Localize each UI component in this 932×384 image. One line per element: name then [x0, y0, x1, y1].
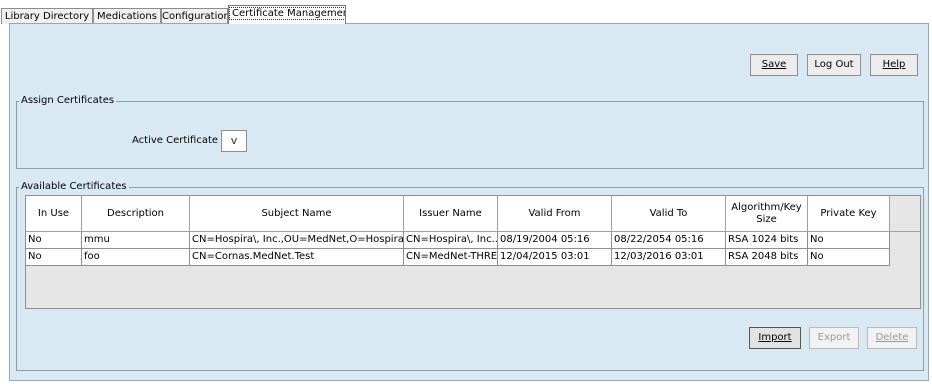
save-button[interactable]: Save	[750, 54, 798, 76]
column-header-subject-name[interactable]: Subject Name	[190, 196, 404, 232]
tab-configuration[interactable]: Configuration	[161, 8, 228, 24]
active-certificate-label: Active Certificate	[132, 135, 219, 146]
cell-algorithm-key-size: RSA 2048 bits	[726, 249, 808, 266]
cell-private-key: No	[808, 232, 890, 249]
column-header-private-key[interactable]: Private Key	[808, 196, 890, 232]
tab-library-directory[interactable]: Library Directory	[1, 8, 93, 24]
column-header-description[interactable]: Description	[82, 196, 190, 232]
tab-certificate-management-label: Certificate Management	[229, 7, 345, 20]
help-button-label: Help	[882, 59, 906, 70]
import-button-label: Import	[758, 332, 792, 343]
cell-subject-name: CN=Cornas.MedNet.Test	[190, 249, 404, 266]
cell-valid-to: 08/22/2054 05:16	[612, 232, 726, 249]
logout-button-label: Log Out	[814, 59, 854, 70]
table-header: In Use Description Subject Name Issuer N…	[26, 196, 920, 232]
assign-certificates-title: Assign Certificates	[19, 95, 117, 107]
cell-valid-from: 12/04/2015 03:01	[498, 249, 612, 266]
certificates-table: In Use Description Subject Name Issuer N…	[25, 195, 921, 309]
save-button-label: Save	[761, 59, 787, 70]
cell-in-use: No	[26, 249, 82, 266]
cell-in-use: No	[26, 232, 82, 249]
export-button[interactable]: Export	[809, 327, 859, 349]
cell-issuer-name: CN=Hospira\, Inc....	[404, 232, 498, 249]
cell-valid-to: 12/03/2016 03:01	[612, 249, 726, 266]
table-row[interactable]: No mmu CN=Hospira\, Inc.,OU=MedNet,O=Hos…	[26, 232, 920, 249]
tab-medications[interactable]: Medications	[93, 8, 161, 24]
column-header-valid-from[interactable]: Valid From	[498, 196, 612, 232]
tab-bar: Library Directory Medications Configurat…	[0, 0, 932, 24]
tab-certificate-management[interactable]: Certificate Management	[228, 5, 346, 24]
table-row[interactable]: No foo CN=Cornas.MedNet.Test CN=MedNet-T…	[26, 249, 920, 266]
certificate-management-panel: Save Log Out Help Assign Certificates Ac…	[9, 23, 929, 381]
logout-button[interactable]: Log Out	[807, 54, 861, 76]
column-header-issuer-name[interactable]: Issuer Name	[404, 196, 498, 232]
cell-issuer-name: CN=MedNet-THRE...	[404, 249, 498, 266]
column-header-filler	[890, 196, 920, 232]
cell-description: foo	[82, 249, 190, 266]
chevron-down-icon: v	[230, 134, 238, 147]
delete-button[interactable]: Delete	[867, 327, 917, 349]
delete-button-label: Delete	[875, 332, 909, 343]
export-button-label: Export	[817, 332, 851, 343]
help-button[interactable]: Help	[870, 54, 918, 76]
cell-description: mmu	[82, 232, 190, 249]
cell-subject-name: CN=Hospira\, Inc.,OU=MedNet,O=Hospira\,.…	[190, 232, 404, 249]
column-header-valid-to[interactable]: Valid To	[612, 196, 726, 232]
available-certificates-title: Available Certificates	[19, 181, 129, 193]
cell-private-key: No	[808, 249, 890, 266]
active-certificate-select[interactable]: v	[221, 130, 247, 152]
cell-valid-from: 08/19/2004 05:16	[498, 232, 612, 249]
column-header-algorithm-key-size[interactable]: Algorithm/Key Size	[726, 196, 808, 232]
assign-certificates-group: Assign Certificates Active Certificate v	[16, 95, 924, 169]
available-certificates-group: Available Certificates In Use Descriptio…	[16, 181, 924, 371]
cell-algorithm-key-size: RSA 1024 bits	[726, 232, 808, 249]
column-header-in-use[interactable]: In Use	[26, 196, 82, 232]
import-button[interactable]: Import	[749, 327, 801, 349]
